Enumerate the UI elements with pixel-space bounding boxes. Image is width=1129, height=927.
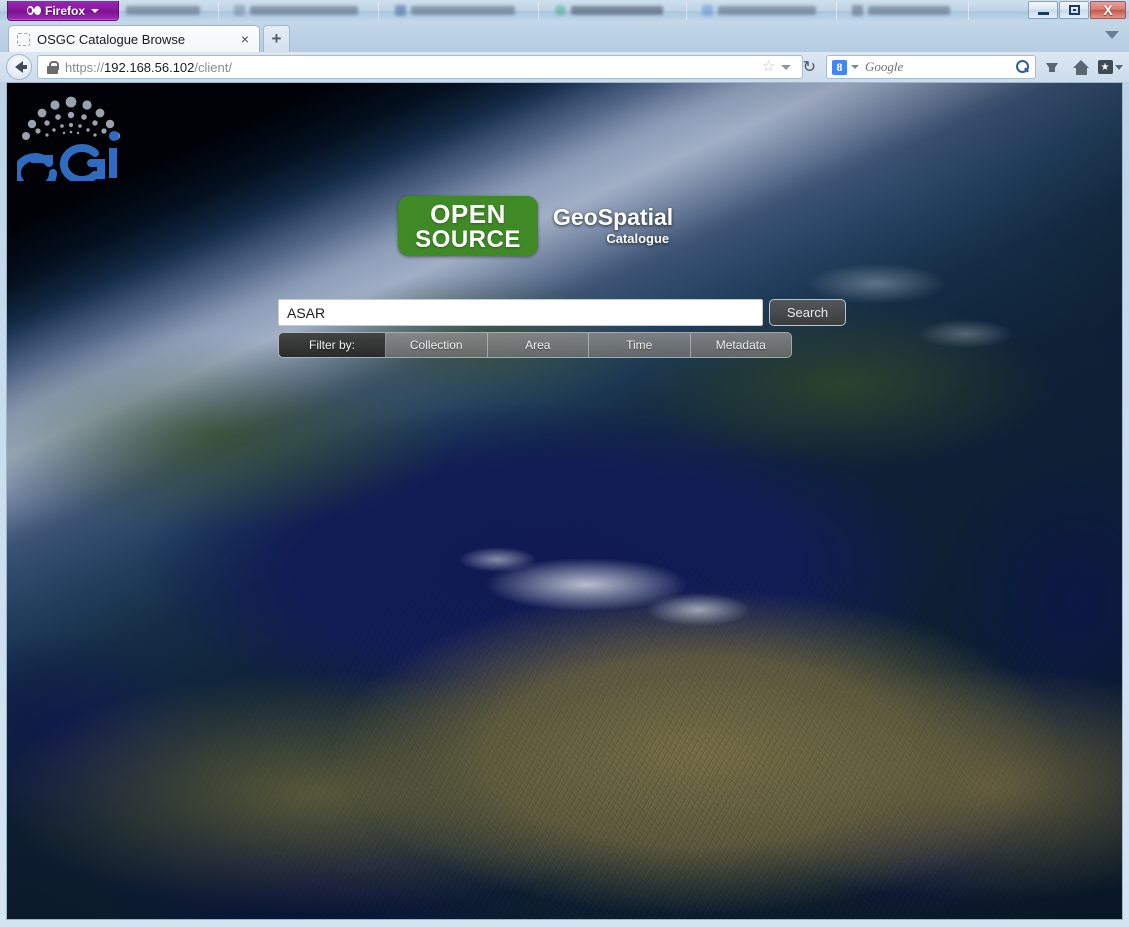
search-icon[interactable] bbox=[1016, 60, 1030, 74]
firefox-app-menu-button[interactable]: Firefox bbox=[7, 1, 119, 21]
search-engine-placeholder: Google bbox=[865, 59, 1016, 75]
reload-icon[interactable]: ↻ bbox=[803, 57, 816, 77]
open-source-badge: OPEN SOURCE bbox=[398, 196, 538, 256]
tab-strip: OSGC Catalogue Browse × + bbox=[0, 22, 1129, 52]
egi-logo[interactable] bbox=[17, 91, 125, 181]
brand-title: GeoSpatial bbox=[553, 204, 673, 230]
filter-tab-collection[interactable]: Collection bbox=[386, 333, 488, 357]
bookmark-star-icon[interactable]: ☆ bbox=[761, 59, 777, 75]
browser-window: Firefox X OSGC Catalogue Browse × + http… bbox=[0, 0, 1129, 927]
url-scheme: https:// bbox=[65, 60, 104, 75]
firefox-mask-icon bbox=[27, 6, 41, 15]
url-path: /client/ bbox=[194, 60, 232, 75]
chevron-down-icon[interactable] bbox=[781, 65, 791, 70]
new-tab-button[interactable]: + bbox=[263, 25, 290, 52]
filter-by-label: Filter by: bbox=[279, 333, 386, 357]
tab-title: OSGC Catalogue Browse bbox=[37, 32, 237, 47]
address-bar[interactable]: https://192.168.56.102/client/ ☆ bbox=[37, 55, 803, 79]
back-button[interactable] bbox=[6, 54, 32, 80]
url-text: https://192.168.56.102/client/ bbox=[65, 60, 761, 75]
tab-close-icon[interactable]: × bbox=[237, 31, 253, 47]
back-arrow-icon bbox=[15, 61, 23, 73]
filter-tab-metadata[interactable]: Metadata bbox=[691, 333, 792, 357]
chevron-down-icon bbox=[1115, 65, 1123, 70]
maximize-icon bbox=[1069, 5, 1080, 15]
navigation-toolbar: https://192.168.56.102/client/ ☆ ↻ 8 Goo… bbox=[0, 52, 1129, 82]
firefox-app-menu-label: Firefox bbox=[45, 4, 85, 18]
filter-tab-time[interactable]: Time bbox=[589, 333, 691, 357]
list-all-tabs-icon[interactable] bbox=[1105, 31, 1119, 39]
downloads-button[interactable] bbox=[1039, 55, 1065, 79]
search-input[interactable] bbox=[278, 299, 763, 326]
home-button[interactable] bbox=[1068, 55, 1094, 79]
download-arrow-icon bbox=[1046, 63, 1058, 72]
browser-tab[interactable]: OSGC Catalogue Browse × bbox=[8, 25, 260, 52]
minimize-button[interactable] bbox=[1028, 1, 1058, 19]
window-title-bar: Firefox X bbox=[0, 0, 1129, 22]
close-button[interactable]: X bbox=[1090, 1, 1126, 19]
url-host: 192.168.56.102 bbox=[104, 60, 194, 75]
favicon-placeholder-icon bbox=[17, 33, 30, 46]
brand-subtitle: Catalogue bbox=[553, 230, 673, 248]
filter-tab-area[interactable]: Area bbox=[488, 333, 590, 357]
badge-line-source: SOURCE bbox=[415, 227, 521, 252]
bookmarks-button[interactable]: ★ bbox=[1097, 55, 1123, 79]
padlock-icon bbox=[47, 61, 58, 74]
google-logo-icon: 8 bbox=[832, 60, 847, 75]
search-button[interactable]: Search bbox=[769, 299, 846, 326]
bookmarks-icon: ★ bbox=[1098, 60, 1113, 74]
site-brand: OPEN SOURCE GeoSpatial Catalogue bbox=[398, 196, 718, 256]
chevron-down-icon bbox=[91, 9, 99, 13]
close-icon: X bbox=[1103, 3, 1112, 17]
page-viewport: OPEN SOURCE GeoSpatial Catalogue Search … bbox=[6, 82, 1123, 920]
background-ghost-content bbox=[110, 0, 1010, 22]
maximize-button[interactable] bbox=[1059, 1, 1089, 19]
minimize-icon bbox=[1038, 12, 1049, 15]
search-engine-box[interactable]: 8 Google bbox=[826, 55, 1036, 79]
filter-bar: Filter by: Collection Area Time Metadata bbox=[278, 332, 792, 358]
home-icon bbox=[1073, 60, 1090, 75]
window-controls: X bbox=[1028, 1, 1126, 19]
brand-text: GeoSpatial Catalogue bbox=[553, 204, 673, 248]
search-row: Search bbox=[278, 299, 854, 326]
badge-line-open: OPEN bbox=[430, 201, 506, 227]
chevron-down-icon[interactable] bbox=[851, 65, 859, 69]
